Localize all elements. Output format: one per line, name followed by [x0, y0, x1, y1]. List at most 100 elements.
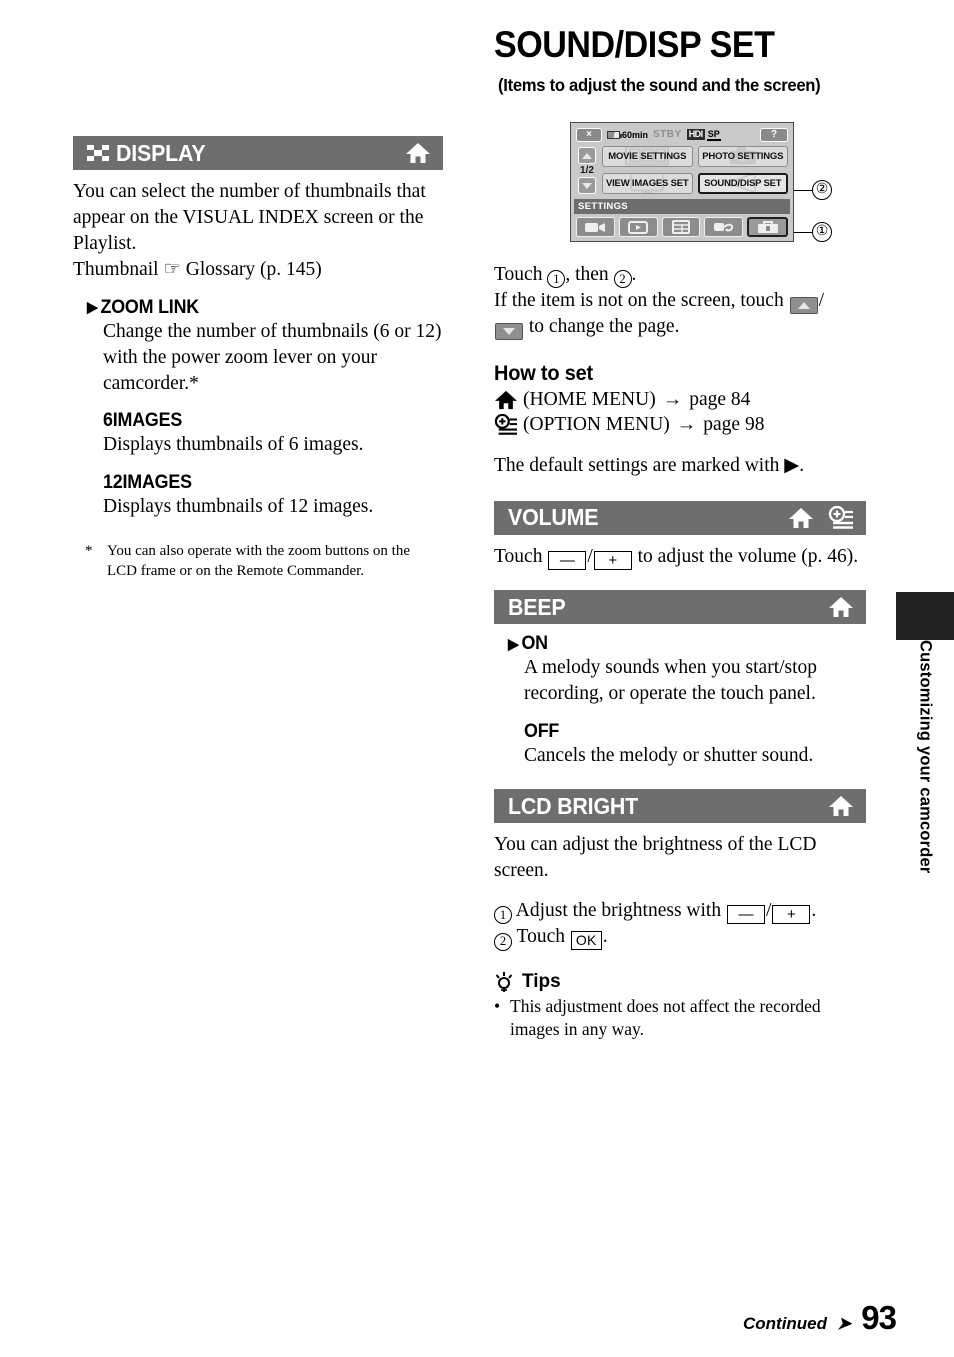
settings-tab-icon[interactable] [747, 217, 788, 237]
option-heading-zoom-link: ▶ ZOOM LINK [87, 297, 422, 319]
lcd-category-label: SETTINGS [574, 199, 790, 214]
option-label: 12IMAGES [103, 472, 192, 494]
quality-badge: SP [706, 128, 721, 141]
tips-label: Tips [522, 970, 561, 992]
ok-button[interactable]: OK [570, 931, 602, 951]
instr-line1-post: . [631, 264, 637, 285]
instr-circle-1: 1 [547, 270, 566, 289]
how-to-set-page: page 84 [689, 389, 751, 411]
lcd-status-bar: × 60min STBY HDI SP ? [574, 126, 790, 143]
how-to-set-heading: How to set [494, 362, 593, 386]
arrow-right-icon: ➤ [837, 1314, 852, 1333]
section-title: LCD BRIGHT [508, 792, 639, 819]
menu-item-label: PHOTO SETTINGS [702, 151, 784, 162]
menu-item-movie-settings[interactable]: MOVIE SETTINGS [602, 146, 693, 167]
section-header-display: DISPLAY [73, 136, 443, 170]
lightbulb-icon [494, 971, 514, 993]
option-desc-6images: Displays thumbnails of 6 images. [103, 434, 364, 456]
lcd-menu-grid: MOVIE SETTINGS PHOTO SETTINGS VIEW IMAGE… [602, 146, 788, 195]
option-menu-icon [494, 413, 518, 436]
footnote-marker: * [85, 543, 93, 560]
callout-leader-line [794, 189, 812, 191]
section-header-volume: VOLUME [494, 500, 866, 535]
default-marker-triangle: ▶ [508, 635, 519, 653]
battery-indicator: 60min [607, 130, 648, 140]
default-note-pre: The default settings are marked with [494, 455, 785, 476]
checkerboard-icon [87, 144, 109, 162]
page-indicator: 1/2 [580, 165, 594, 176]
scroll-up-icon[interactable] [578, 147, 596, 164]
home-icon [828, 595, 854, 619]
default-note-post: . [799, 455, 805, 476]
page-number: 93 [861, 1299, 897, 1336]
lcd-bright-step-2: 2 Touch OK. [494, 924, 866, 951]
lcd-screen: × 60min STBY HDI SP ? 1/2 MOVIE SETTINGS… [570, 122, 794, 242]
callout-number: ② [812, 180, 832, 200]
lcd-bright-step-1: 1 Adjust the brightness with — / +. [494, 898, 866, 925]
instr-line1-mid: , then [565, 264, 614, 285]
menu-item-view-images-set[interactable]: VIEW IMAGES SET [602, 173, 693, 194]
home-icon [405, 141, 431, 165]
recording-mode-status: STBY [653, 129, 682, 140]
instr-line2-pre: If the item is not on the screen, touch [494, 290, 789, 312]
slash: / [587, 545, 593, 567]
option-label: OFF [524, 721, 560, 743]
menu-item-photo-settings[interactable]: PHOTO SETTINGS [697, 146, 788, 167]
option-heading-12images: 12IMAGES [103, 472, 423, 494]
continued-label: Continued [742, 1314, 828, 1333]
volume-text-pre: Touch [494, 545, 548, 567]
footnote: * You can also operate with the zoom but… [85, 542, 443, 582]
callout-2: ② [794, 180, 832, 200]
instr-circle-2: 2 [613, 270, 632, 289]
format-indicators: HDI SP [686, 128, 721, 141]
battery-icon [607, 130, 622, 139]
menu-item-label: SOUND/DISP SET [704, 178, 782, 189]
menu-item-sound-disp-set[interactable]: SOUND/DISP SET [697, 173, 788, 194]
lcd-scroll-controls: 1/2 [576, 146, 598, 195]
how-to-set-label: (OPTION MENU) [523, 413, 670, 435]
home-icon [494, 389, 518, 411]
manage-media-tab-icon[interactable] [661, 217, 701, 237]
section-title: DISPLAY [116, 139, 206, 166]
minus-button[interactable]: — [548, 551, 587, 571]
step-text-post: . [811, 900, 817, 921]
menu-item-label: VIEW IMAGES SET [605, 178, 689, 189]
section-title: VOLUME [508, 504, 599, 531]
how-to-set-row-home: (HOME MENU) → page 84 [494, 388, 866, 412]
default-marker-triangle: ▶ [87, 299, 98, 317]
callout-1: ① [794, 222, 832, 242]
camera-tab-icon[interactable] [576, 217, 615, 237]
page-subtitle: (Items to adjust the sound and the scree… [498, 75, 821, 95]
home-icon [828, 794, 854, 818]
lcd-bright-intro: You can adjust the brightness of the LCD… [494, 834, 817, 882]
others-tab-icon[interactable] [704, 217, 744, 237]
tips-heading: Tips [494, 971, 866, 993]
plus-button[interactable]: + [593, 551, 632, 571]
how-to-set-label: (HOME MENU) [523, 389, 656, 411]
default-settings-note: The default settings are marked with ▶. [494, 453, 866, 479]
step-text-pre: Adjust the brightness with [512, 900, 726, 921]
minus-button[interactable]: — [726, 905, 765, 925]
option-menu-icon [828, 505, 854, 530]
close-icon[interactable]: × [576, 127, 602, 142]
help-icon[interactable]: ? [760, 127, 788, 142]
page-title: SOUND/DISP SET [494, 24, 775, 65]
scroll-down-icon[interactable] [578, 177, 596, 194]
option-desc-zoom-link: Change the number of thumbnails (6 or 12… [103, 320, 442, 394]
home-icon [788, 506, 814, 530]
left-column: DISPLAY You can select the number of thu… [73, 136, 443, 582]
playback-tab-icon[interactable] [618, 217, 658, 237]
arrow-glyph: → [676, 413, 697, 435]
up-arrow-icon [789, 297, 818, 315]
option-desc-beep-on: A melody sounds when you start/stop reco… [524, 657, 818, 705]
right-column: SOUND/DISP SET (Items to adjust the soun… [494, 26, 866, 1041]
menu-item-label: MOVIE SETTINGS [608, 151, 687, 162]
tips-list-item: • This adjustment does not affect the re… [494, 995, 866, 1041]
callout-leader-line [794, 231, 812, 233]
section-header-lcd-bright: LCD BRIGHT [494, 789, 866, 824]
option-heading-beep-on: ▶ ON [508, 633, 845, 655]
section-title: BEEP [508, 593, 566, 620]
plus-button[interactable]: + [772, 905, 811, 925]
option-desc-beep-off: Cancels the melody or shutter sound. [524, 745, 814, 767]
option-heading-6images: 6IMAGES [103, 410, 423, 432]
